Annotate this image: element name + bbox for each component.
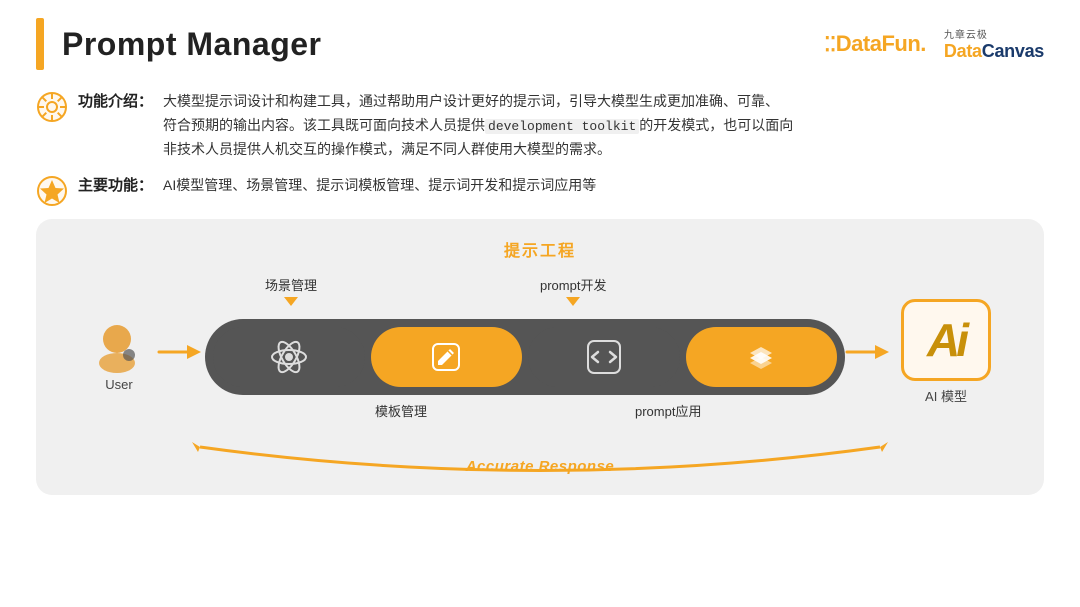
features-icon (36, 91, 68, 123)
pipeline-to-ai-arrow (845, 340, 893, 364)
accurate-response-area: Accurate Response (60, 439, 1020, 475)
page-title: Prompt Manager (62, 26, 321, 63)
user-icon (89, 311, 149, 373)
step4-layers (686, 327, 838, 387)
step2-edit (371, 327, 523, 387)
step2-bottom-label: 模板管理 (375, 401, 427, 420)
main-content: 功能介绍： 大模型提示词设计和构建工具，通过帮助用户设计更好的提示词，引导大模型… (0, 80, 1080, 505)
step3-top-label: prompt开发 (540, 275, 606, 306)
section2-label: 主要功能： (78, 174, 153, 198)
section2-body: AI模型管理、场景管理、提示词模板管理、提示词开发和提示词应用等 (163, 174, 596, 198)
page-header: Prompt Manager ⁚⁚DataFun. 九章云极 DataCanva… (0, 0, 1080, 80)
user-section: User (89, 311, 149, 392)
datacanvas-top-text: 九章云极 (944, 26, 988, 41)
title-section: Prompt Manager (36, 18, 321, 70)
accurate-response-text: Accurate Response (466, 458, 615, 475)
datacanvas-main-text: DataCanvas (944, 41, 1044, 62)
pipeline-track (205, 319, 845, 395)
datacanvas-logo: 九章云极 DataCanvas (944, 26, 1044, 62)
pipeline-top-labels: 场景管理 prompt开发 (205, 275, 845, 313)
pipeline-container: 场景管理 prompt开发 (205, 275, 845, 429)
diagram-main: User 场景管理 prompt开发 (60, 275, 1020, 429)
info-row-1: 功能介绍： 大模型提示词设计和构建工具，通过帮助用户设计更好的提示词，引导大模型… (36, 90, 1044, 162)
orange-accent-bar (36, 18, 44, 70)
section1-body: 大模型提示词设计和构建工具，通过帮助用户设计更好的提示词，引导大模型生成更加准确… (163, 90, 793, 162)
ai-section: Ai AI 模型 (901, 299, 991, 405)
step4-bottom-label: prompt应用 (635, 401, 701, 420)
user-label: User (105, 377, 132, 392)
step3-code (528, 327, 680, 387)
diagram-title: 提示工程 (60, 237, 1020, 261)
diagram-container: 提示工程 User (36, 219, 1044, 495)
ai-label: AI 模型 (925, 386, 967, 405)
step1-atom (213, 327, 365, 387)
section1-label: 功能介绍： (78, 90, 153, 114)
datafun-logo: ⁚⁚DataFun. (824, 31, 926, 57)
user-to-pipeline-arrow (157, 340, 205, 364)
ai-box: Ai (901, 299, 991, 381)
info-row-2: 主要功能： AI模型管理、场景管理、提示词模板管理、提示词开发和提示词应用等 (36, 174, 1044, 207)
main-features-icon (36, 175, 68, 207)
pipeline-bottom-labels: 模板管理 prompt应用 (205, 401, 845, 429)
step1-top-label: 场景管理 (265, 275, 317, 306)
step1-arrow-down (284, 297, 298, 306)
step3-arrow-down (566, 297, 580, 306)
logos-section: ⁚⁚DataFun. 九章云极 DataCanvas (824, 26, 1044, 62)
